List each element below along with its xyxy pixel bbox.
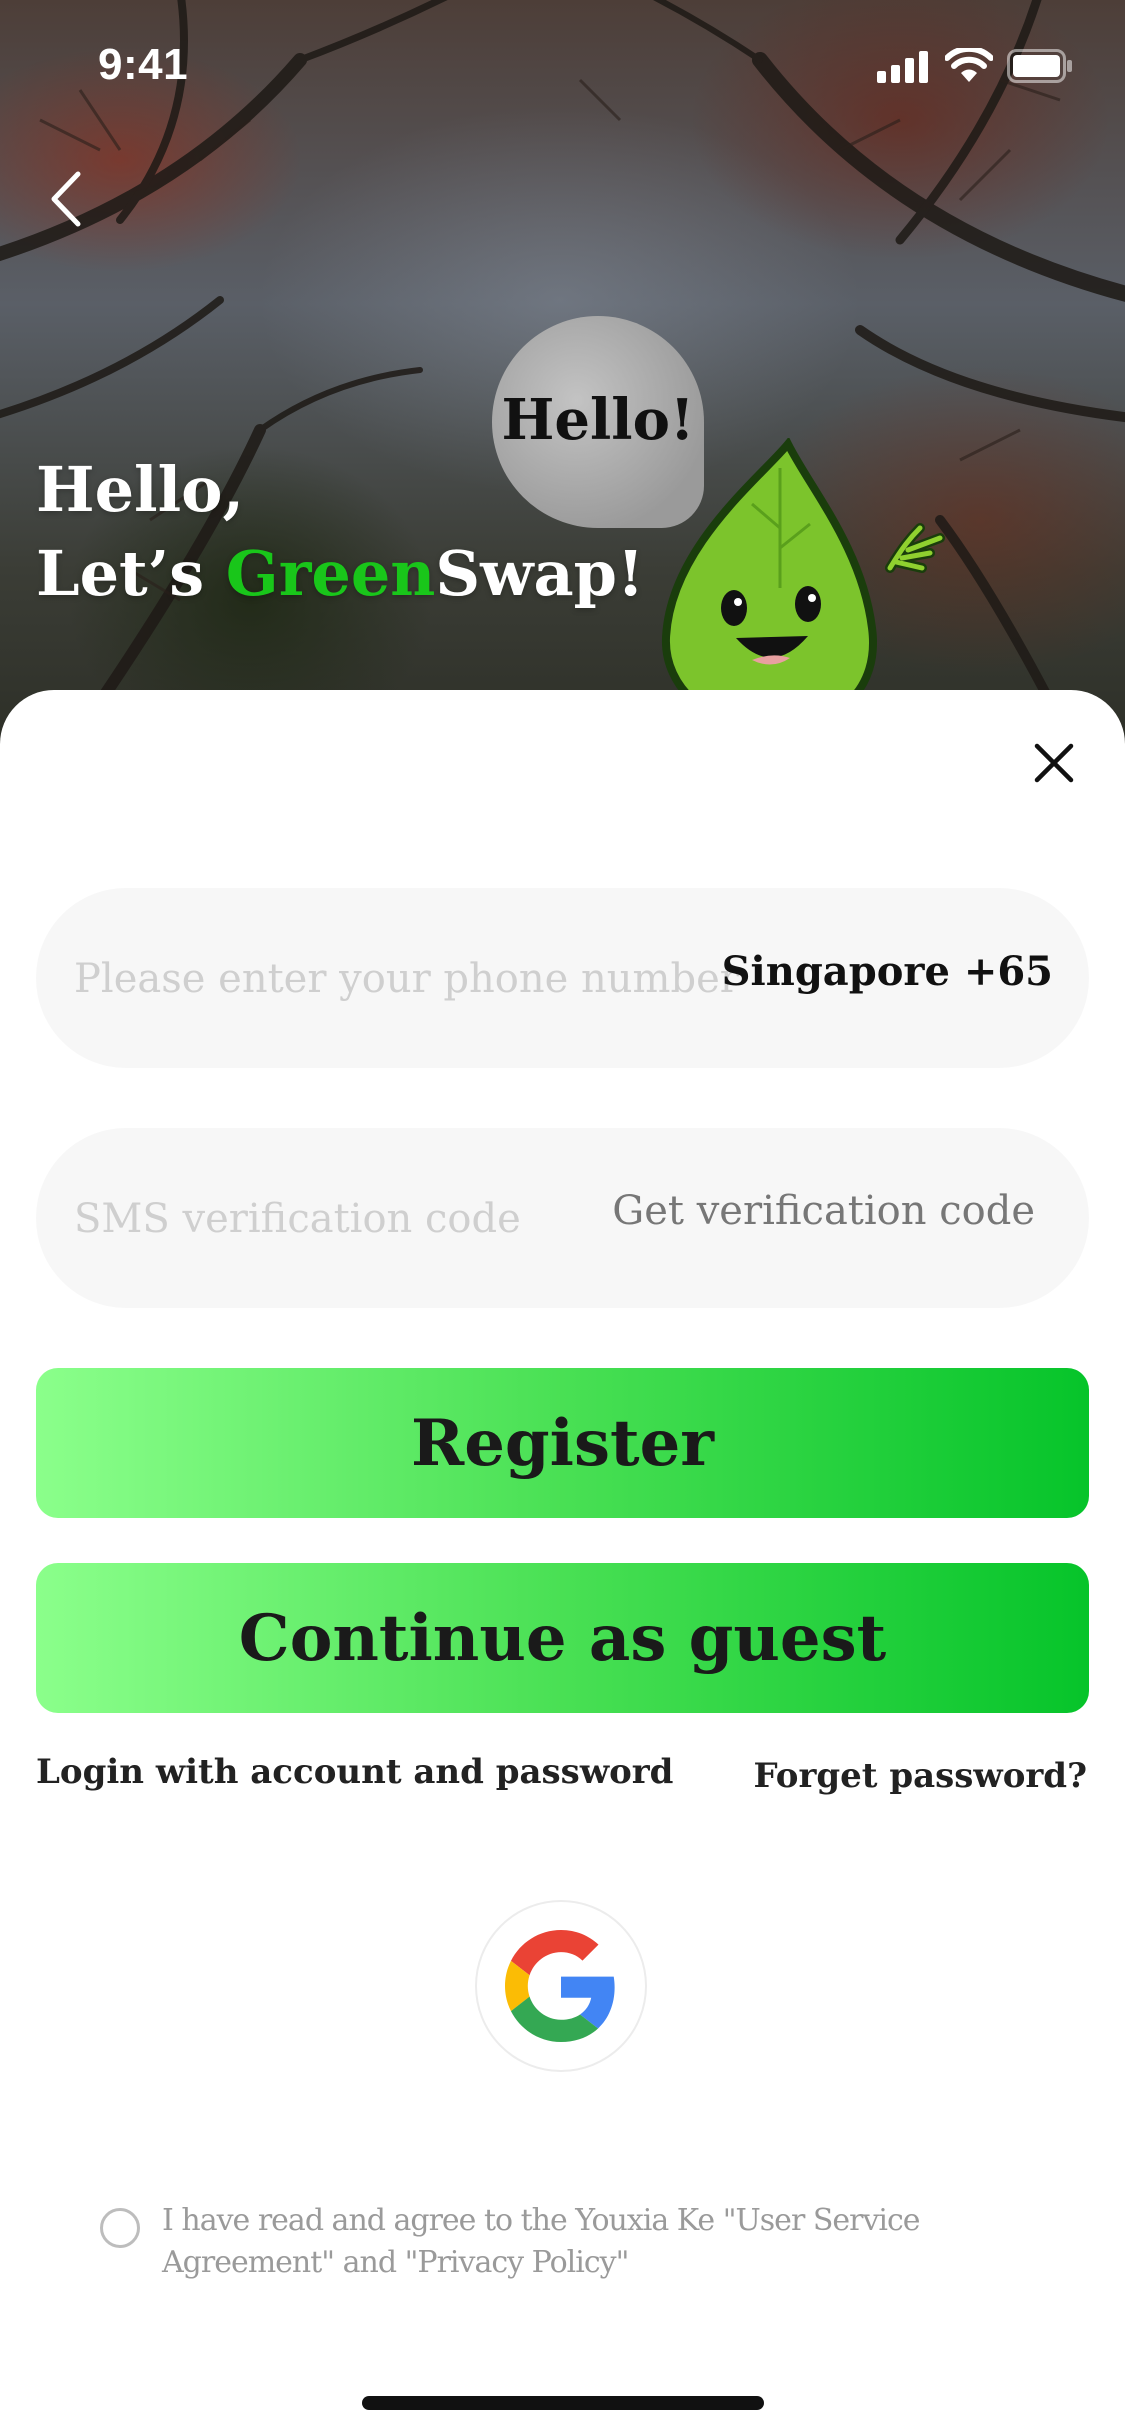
battery-icon (1007, 49, 1072, 83)
status-icons (877, 48, 1073, 84)
login-with-password-link[interactable]: Login with account and password (36, 1752, 673, 1792)
register-button[interactable]: Register (36, 1368, 1089, 1518)
brand-green-text: Green (225, 537, 436, 610)
greeting-line-2: Let’s GreenSwap! (36, 532, 644, 616)
google-login-button[interactable] (475, 1900, 647, 2072)
hero-greeting: Hello, Let’s GreenSwap! (36, 448, 644, 616)
leaf-mascot-icon (661, 438, 945, 698)
sms-code-field: Get verification code (36, 1128, 1089, 1308)
phone-field: Singapore +65 (36, 888, 1089, 1068)
home-indicator (362, 2396, 764, 2410)
agreement-checkbox[interactable] (100, 2208, 140, 2248)
get-verification-code-button[interactable]: Get verification code (612, 1188, 1035, 1234)
brand-swap-text: Swap! (435, 537, 645, 610)
greeting-line-1: Hello, (36, 453, 245, 526)
close-icon[interactable] (1033, 742, 1075, 784)
continue-as-guest-button[interactable]: Continue as guest (36, 1563, 1089, 1713)
hero-background: 9:41 Hello! Hello, Let’s GreenSwap! (0, 0, 1125, 760)
greeting-prefix: Let’s (36, 537, 226, 610)
status-time: 9:41 (98, 40, 189, 89)
forget-password-link[interactable]: Forget password? (754, 1756, 1087, 1796)
status-bar: 9:41 (0, 0, 1125, 132)
agreement-text: I have read and agree to the Youxia Ke "… (162, 2203, 921, 2280)
country-code-selector[interactable]: Singapore +65 (722, 948, 1053, 995)
signal-icon (877, 51, 928, 83)
phone-input[interactable] (72, 938, 756, 1020)
google-icon (505, 1930, 615, 2042)
wifi-icon (945, 48, 993, 82)
chevron-left-icon[interactable] (42, 168, 92, 230)
